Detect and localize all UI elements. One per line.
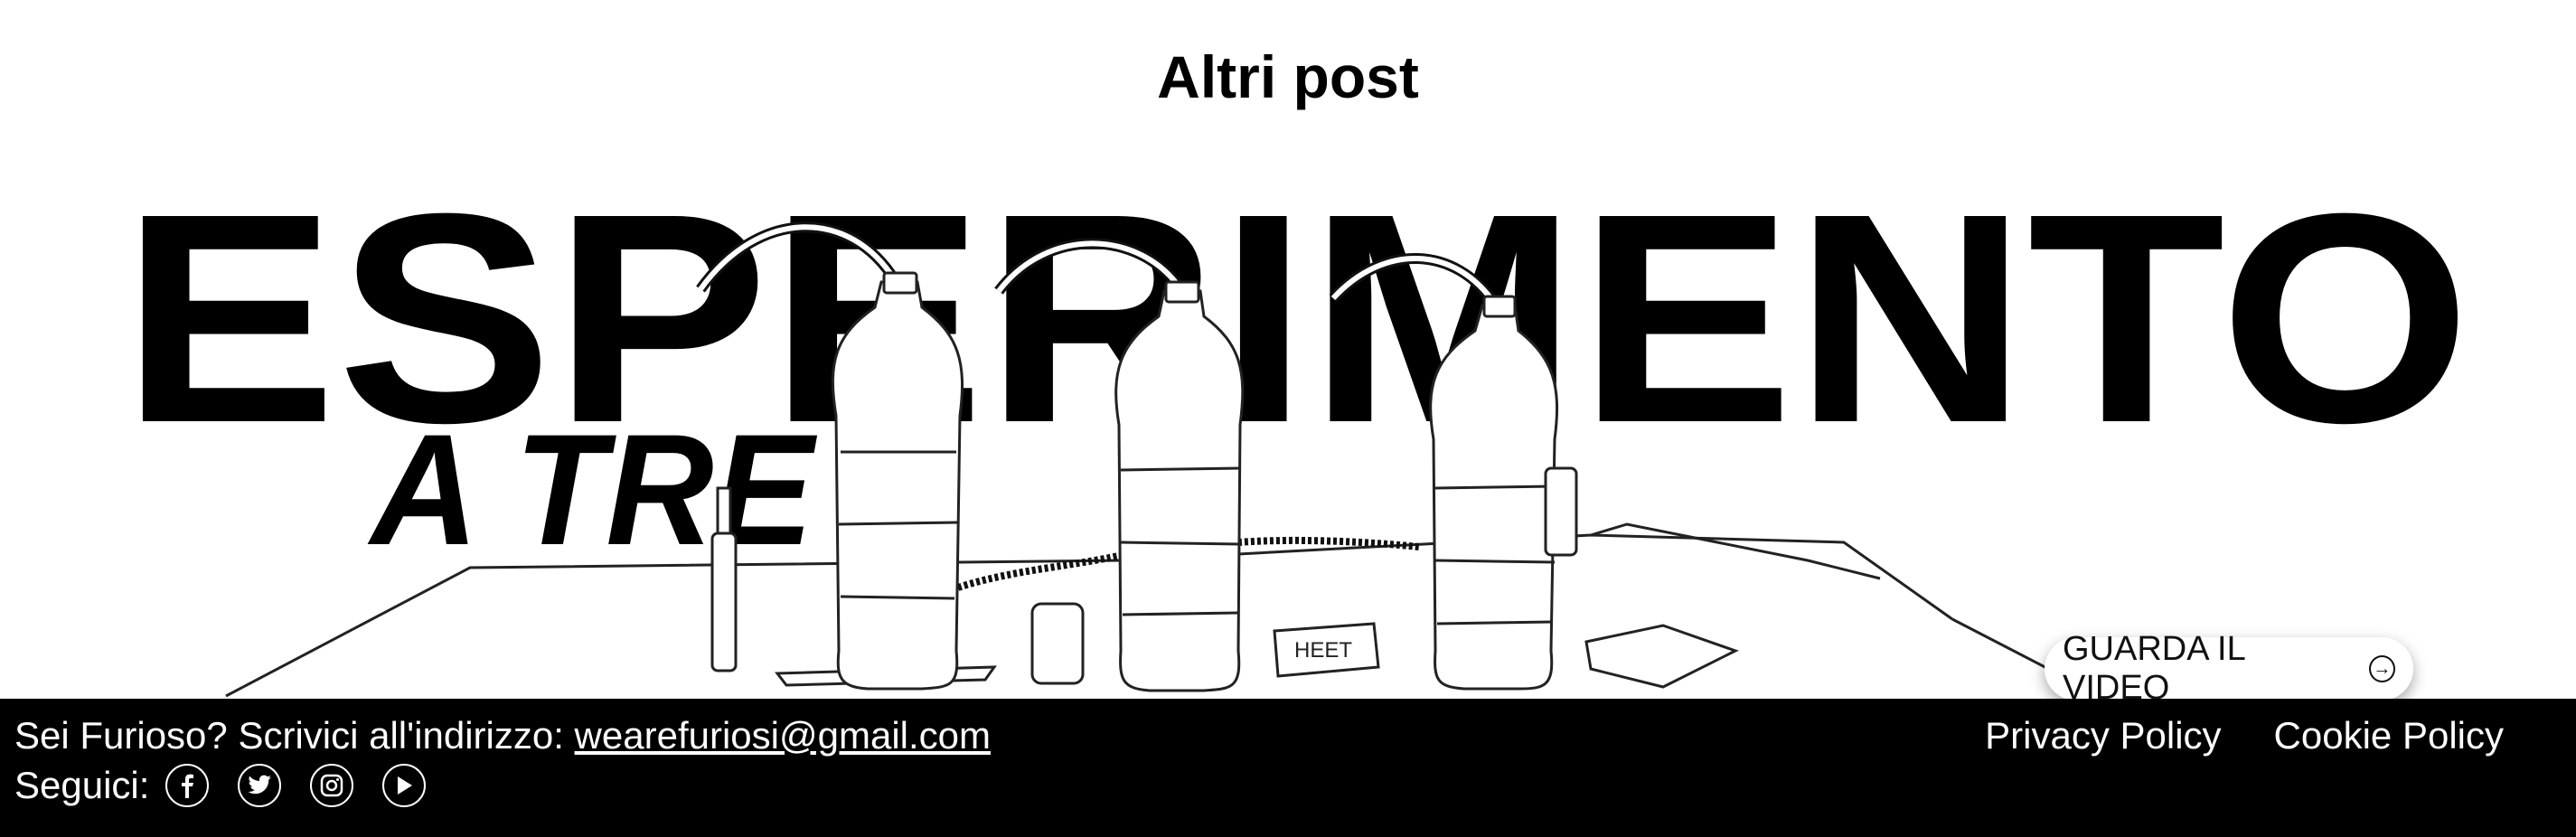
privacy-policy-link[interactable]: Privacy Policy [1985, 717, 2221, 755]
contact-email-link[interactable]: wearefuriosi@gmail.com [575, 714, 991, 757]
hero-title-sub: A TRE [367, 402, 818, 578]
social-links: Seguici: [14, 764, 455, 807]
contact-line: Sei Furioso? Scrivici all'indirizzo: wea… [14, 717, 991, 755]
post-hero[interactable]: ESPERIMENTO A TRE HEET GUARDA IL VIDEO → [0, 181, 2576, 699]
hero-illustration: ESPERIMENTO A TRE HEET [121, 181, 2471, 699]
instagram-icon[interactable] [310, 764, 354, 807]
watch-video-label: GUARDA IL VIDEO [2063, 630, 2245, 699]
bottle-3 [1429, 295, 1558, 691]
box-label: HEET [1294, 638, 1352, 663]
section-title: Altri post [1157, 43, 1419, 110]
site-footer: Sei Furioso? Scrivici all'indirizzo: wea… [0, 699, 2576, 837]
facebook-icon[interactable] [165, 764, 210, 807]
youtube-icon[interactable] [382, 764, 427, 807]
contact-prefix: Sei Furioso? Scrivici all'indirizzo: [14, 714, 564, 757]
social-label: Seguici: [14, 764, 150, 806]
legal-links: Privacy Policy Cookie Policy [1985, 717, 2504, 755]
bottle-1 [831, 271, 964, 691]
bottle-2 [1114, 280, 1245, 692]
watch-video-button[interactable]: GUARDA IL VIDEO → [2045, 630, 2413, 699]
twitter-icon[interactable] [238, 764, 282, 807]
arrow-right-circle-icon: → [2368, 655, 2395, 682]
cookie-policy-link[interactable]: Cookie Policy [2274, 717, 2504, 755]
